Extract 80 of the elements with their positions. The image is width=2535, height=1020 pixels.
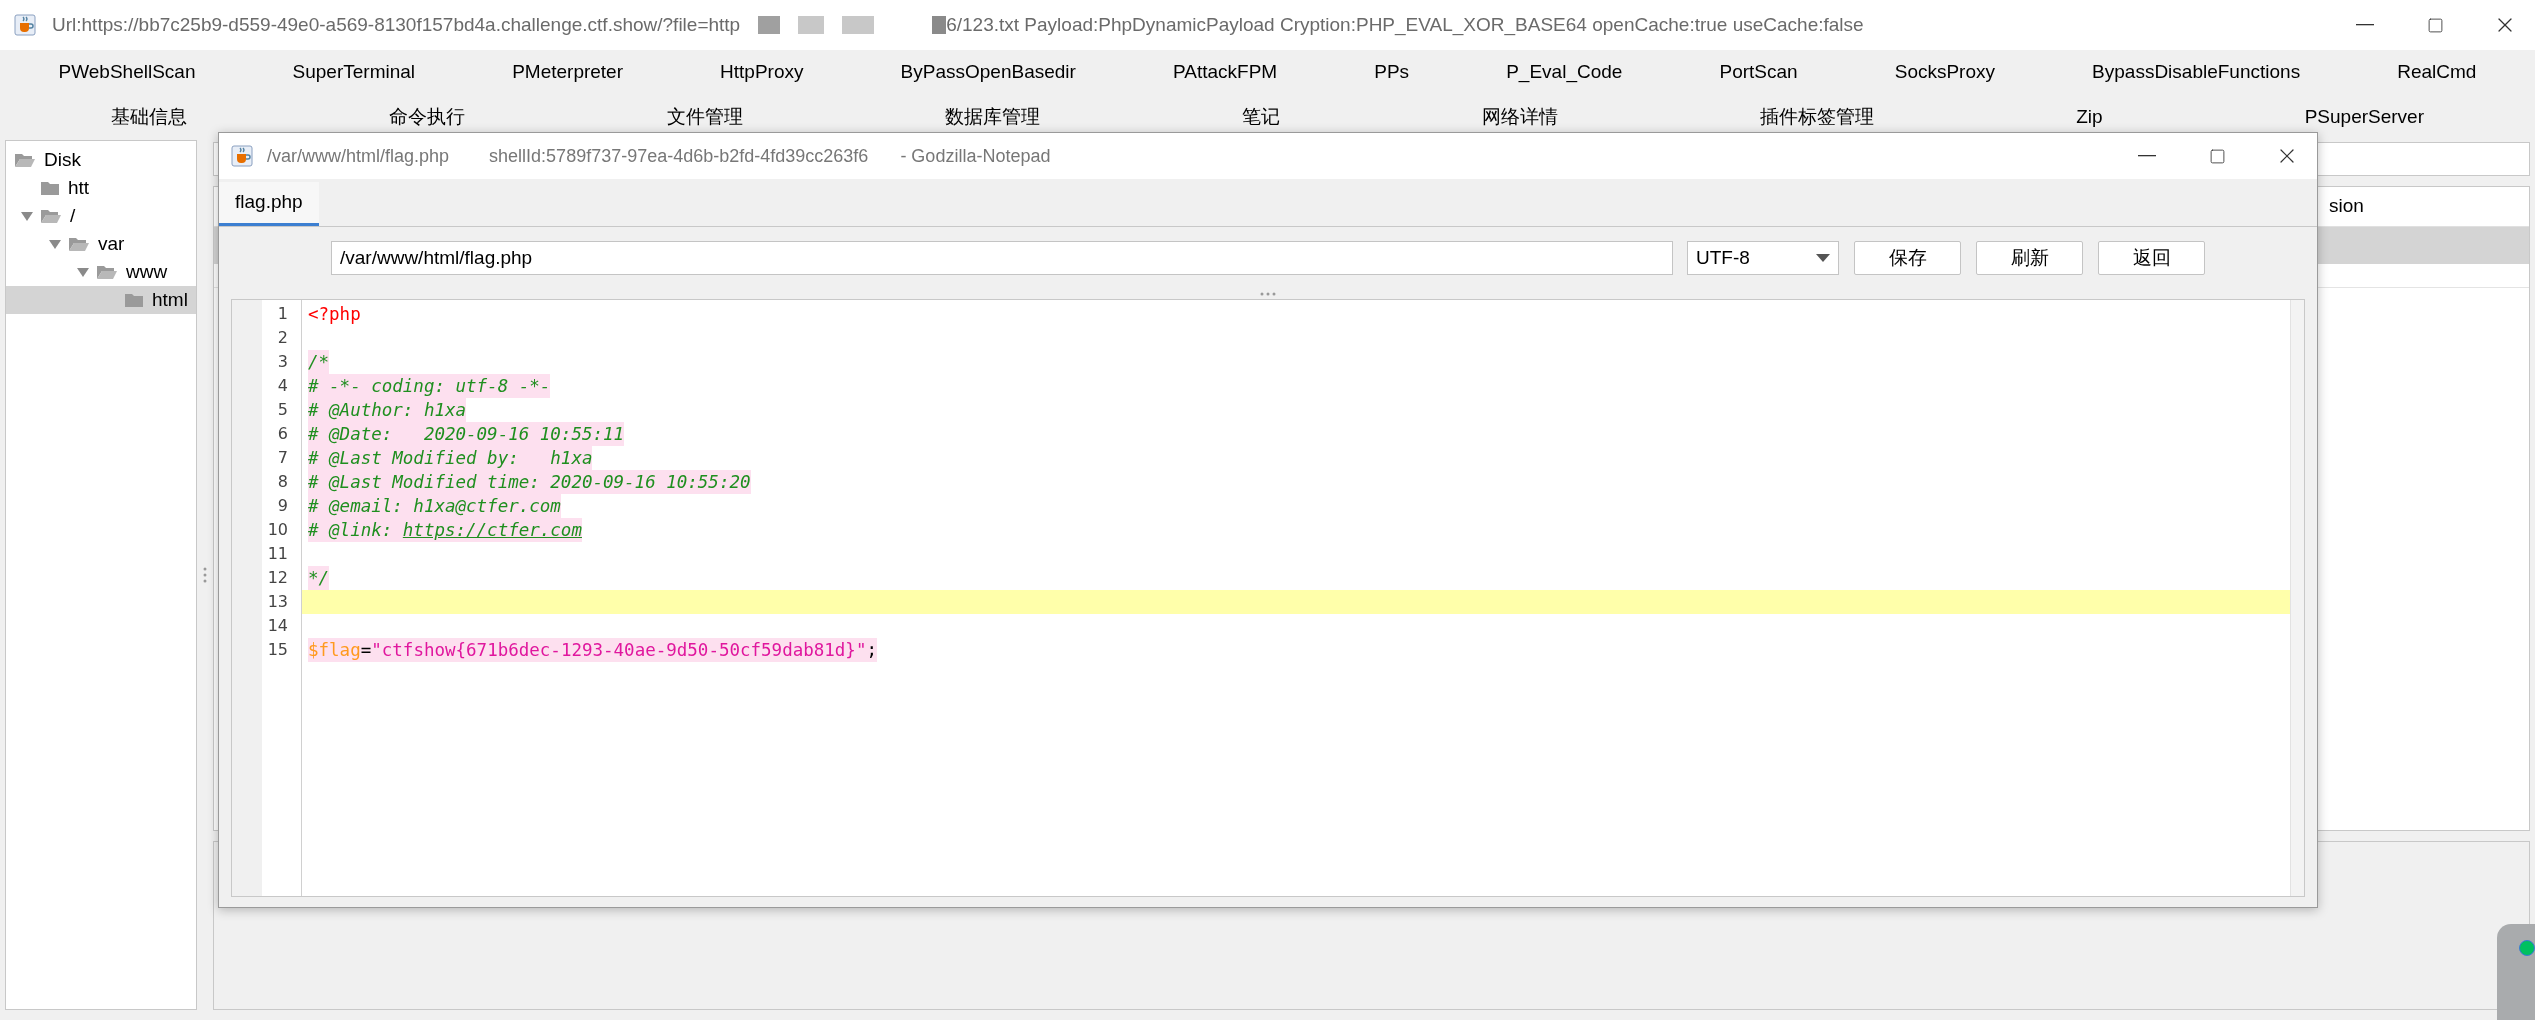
window-title: Url:https://bb7c25b9-d559-49e0-a569-8130f157bd4a.challenge.ctf.show/?file=http [52, 12, 741, 37]
tree-item[interactable]: html [6, 286, 196, 314]
dropdown-arrow-icon [1816, 254, 1830, 262]
tree-item[interactable]: htt [6, 174, 196, 202]
window-title: /var/www/html/flag.php [267, 144, 450, 168]
main-tab[interactable]: 文件管理 [566, 103, 845, 132]
open-folder-icon [14, 152, 36, 168]
splitter-grip-icon[interactable] [203, 567, 207, 583]
open-folder-icon [68, 236, 90, 252]
plugin-tab[interactable]: SocksProxy [1846, 58, 2044, 87]
code-line: $flag="ctfshow{671b6dec-1293-40ae-9d50-50cf59dab81d}"; [307, 638, 878, 662]
tree-item[interactable]: var [6, 230, 196, 258]
code-line: <?php [307, 303, 362, 326]
plugin-tab[interactable]: PWebShellScan [10, 58, 245, 87]
plugin-tab[interactable]: BypassDisableFunctions [2043, 58, 2349, 87]
line-number: 1 [277, 303, 288, 325]
redaction-mark [798, 16, 825, 34]
redaction-mark [932, 16, 947, 34]
line-number: 13 [267, 591, 288, 613]
line-number: 5 [277, 399, 288, 421]
main-tab[interactable]: 插件标签管理 [1659, 103, 1976, 132]
line-number: 8 [277, 471, 288, 493]
main-tab[interactable]: 数据库管理 [844, 103, 1142, 132]
line-number: 14 [267, 615, 288, 637]
line-number: 4 [277, 375, 288, 397]
plugin-tab[interactable]: PMeterpreter [463, 58, 672, 87]
maximize-icon [2426, 16, 2444, 34]
app-name: - Godzilla-Notepad [900, 144, 1051, 168]
line-number: 7 [277, 447, 288, 469]
main-tab[interactable]: Zip [1975, 103, 2204, 132]
tree-item[interactable]: / [6, 202, 196, 230]
main-tab[interactable]: 基础信息 [10, 103, 289, 132]
plugin-tab[interactable]: PPs [1325, 58, 1458, 87]
plugin-tab[interactable]: PAttackFPM [1124, 58, 1326, 87]
minimize-icon [2138, 155, 2156, 157]
plugin-tab[interactable]: RealCmd [2348, 58, 2525, 87]
encoding-select[interactable]: UTF-8 [1687, 241, 1839, 275]
maximize-icon [2208, 147, 2226, 165]
path-field[interactable]: /var/www/html/flag.php [331, 241, 1673, 275]
toolbar-button[interactable]: 返回 [2098, 241, 2205, 275]
main-tab[interactable]: 网络详情 [1381, 103, 1660, 132]
plugin-tab[interactable]: ByPassOpenBasedir [852, 58, 1125, 87]
line-number: 6 [277, 423, 288, 445]
open-folder-icon [40, 208, 62, 224]
redaction-mark [842, 16, 875, 34]
main-tab[interactable]: 笔记 [1141, 103, 1382, 132]
line-number: 15 [267, 639, 288, 661]
cup-icon [231, 145, 253, 167]
status-dot-icon [2519, 940, 2535, 956]
line-number: 10 [267, 519, 288, 541]
toolbar-button[interactable]: 刷新 [1976, 241, 2083, 275]
tree-item[interactable]: www [6, 258, 196, 286]
folder-icon [124, 292, 144, 308]
plugin-tab[interactable]: P_Eval_Code [1457, 58, 1671, 87]
open-folder-icon [96, 264, 118, 280]
scrollbar[interactable] [2290, 300, 2304, 896]
line-number: 11 [267, 543, 288, 565]
grip-icon[interactable] [1260, 292, 1276, 296]
plugin-tab[interactable]: HttpProxy [671, 58, 853, 87]
tree-item[interactable]: Disk [6, 146, 196, 174]
minimize-icon [2356, 24, 2374, 26]
plugin-tab[interactable]: PortScan [1670, 58, 1847, 87]
folder-icon [40, 180, 60, 196]
caret-icon[interactable] [77, 267, 89, 277]
code-line: # @link: https://ctfer.com [307, 518, 583, 542]
line-number: 9 [277, 495, 288, 517]
line-number: 3 [277, 351, 288, 373]
shell-id: shellId:5789f737-97ea-4d6b-b2fd-4fd39cc263f6 [489, 144, 869, 168]
toolbar-button[interactable]: 保存 [1854, 241, 1961, 275]
line-number: 2 [277, 327, 288, 349]
line-number: 12 [267, 567, 288, 589]
cup-icon [14, 14, 36, 36]
window-title: 6/123.txt Payload:PhpDynamicPayload Cryption:PHP_EVAL_XOR_BASE64 openCache:true useCache:false [946, 12, 1864, 38]
file-tab[interactable]: flag.php [219, 182, 319, 226]
main-tab[interactable]: 命令执行 [288, 103, 567, 132]
main-tab[interactable]: PSuperServer [2203, 103, 2526, 132]
caret-icon[interactable] [49, 239, 61, 249]
redaction-mark [758, 16, 781, 34]
plugin-tab[interactable]: SuperTerminal [244, 58, 464, 87]
caret-icon[interactable] [21, 211, 33, 221]
